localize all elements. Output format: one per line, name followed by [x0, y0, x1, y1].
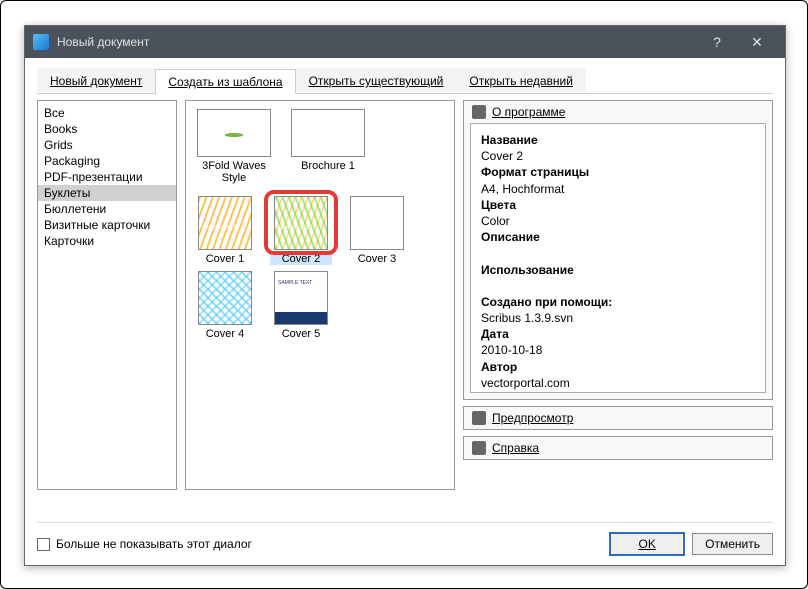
titlebar: Новый документ ? ✕: [25, 26, 785, 58]
preview-section: Предпросмотр: [463, 406, 773, 430]
template-thumb: [197, 109, 271, 157]
about-page: A4, Hochformat: [481, 182, 564, 196]
about-author: vectorportal.com: [481, 376, 570, 390]
template-item[interactable]: Brochure 1: [288, 109, 368, 184]
checkbox-box[interactable]: [37, 538, 50, 551]
template-label: Cover 1: [194, 253, 256, 265]
category-item[interactable]: Books: [38, 121, 176, 137]
about-page-label: Формат страницы: [481, 165, 589, 179]
template-label: Cover 4: [194, 328, 256, 340]
checkbox-label: Больше не показывать этот диалог: [56, 537, 252, 551]
about-date: 2010-10-18: [481, 343, 542, 357]
tab-from-template[interactable]: Создать из шаблона: [155, 69, 295, 94]
tab-new-document[interactable]: Новый документ: [37, 68, 155, 93]
category-item[interactable]: Все: [38, 105, 176, 121]
help-section: Справка: [463, 436, 773, 460]
tabs: Новый документ Создать из шаблона Открыт…: [37, 68, 773, 94]
footer: Больше не показывать этот диалог OK Отме…: [37, 522, 773, 555]
about-title: О программе: [492, 105, 565, 119]
about-made: Scribus 1.3.9.svn: [481, 311, 573, 325]
category-item[interactable]: PDF-презентации: [38, 169, 176, 185]
about-name-label: Название: [481, 133, 538, 147]
close-button[interactable]: ✕: [737, 34, 777, 51]
cancel-button[interactable]: Отменить: [692, 533, 773, 555]
help-title: Справка: [492, 441, 539, 455]
about-colors: Color: [481, 214, 510, 228]
template-thumb: [198, 271, 252, 325]
window-title: Новый документ: [57, 35, 697, 49]
help-header[interactable]: Справка: [464, 437, 772, 459]
template-thumb: [274, 196, 328, 250]
help-icon: [472, 441, 486, 455]
info-icon: [472, 105, 486, 119]
category-item[interactable]: Визитные карточки: [38, 217, 176, 233]
about-name: Cover 2: [481, 149, 523, 163]
preview-icon: [472, 411, 486, 425]
tab-open-recent[interactable]: Открыть недавний: [456, 68, 586, 93]
tab-open-existing[interactable]: Открыть существующий: [296, 68, 457, 93]
template-item-selected[interactable]: Cover 2: [270, 196, 332, 265]
template-item[interactable]: Cover 1: [194, 196, 256, 265]
template-thumb: [350, 196, 404, 250]
new-document-dialog: Новый документ ? ✕ Новый документ Создат…: [24, 25, 786, 566]
about-author-label: Автор: [481, 360, 517, 374]
about-colors-label: Цвета: [481, 198, 516, 212]
template-label: Cover 3: [346, 253, 408, 265]
about-made-label: Создано при помощи:: [481, 295, 612, 309]
template-item[interactable]: Cover 5: [270, 271, 332, 340]
template-grid: 3Fold Waves Style Brochure 1 Cover 1 Cov…: [185, 100, 455, 490]
template-item[interactable]: 3Fold Waves Style: [194, 109, 274, 184]
category-item[interactable]: Карточки: [38, 233, 176, 249]
category-item[interactable]: Packaging: [38, 153, 176, 169]
preview-title: Предпросмотр: [492, 411, 573, 425]
category-item[interactable]: Grids: [38, 137, 176, 153]
template-label: 3Fold Waves Style: [194, 160, 274, 184]
template-label: Cover 5: [270, 328, 332, 340]
help-button[interactable]: ?: [697, 34, 737, 50]
template-item[interactable]: Cover 4: [194, 271, 256, 340]
about-section: О программе Название Cover 2 Формат стра…: [463, 100, 773, 400]
ok-button[interactable]: OK: [610, 533, 684, 555]
template-label: Brochure 1: [288, 160, 368, 172]
template-label: Cover 2: [270, 253, 332, 265]
about-header[interactable]: О программе: [464, 101, 772, 123]
about-date-label: Дата: [481, 327, 509, 341]
about-body: Название Cover 2 Формат страницы A4, Hoc…: [470, 123, 766, 393]
category-item[interactable]: Буклеты: [38, 185, 176, 201]
about-usage-label: Использование: [481, 263, 574, 277]
template-thumb: [291, 109, 365, 157]
template-thumb: [198, 196, 252, 250]
app-icon: [33, 34, 49, 50]
template-thumb: [274, 271, 328, 325]
template-item[interactable]: Cover 3: [346, 196, 408, 265]
about-desc-label: Описание: [481, 230, 540, 244]
category-list[interactable]: Все Books Grids Packaging PDF-презентаци…: [37, 100, 177, 490]
category-item[interactable]: Бюллетени: [38, 201, 176, 217]
preview-header[interactable]: Предпросмотр: [464, 407, 772, 429]
dont-show-checkbox[interactable]: Больше не показывать этот диалог: [37, 537, 252, 551]
